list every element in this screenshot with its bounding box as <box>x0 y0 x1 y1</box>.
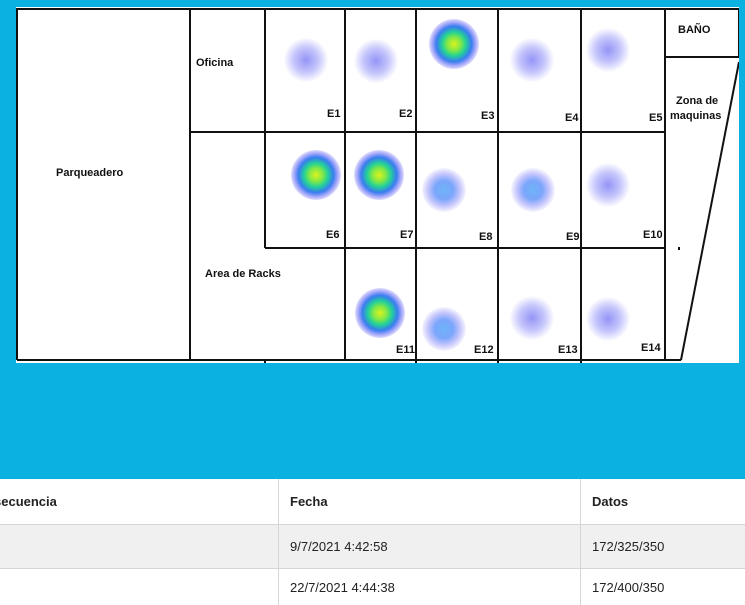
table-row[interactable]: 9/7/2021 4:42:58 172/325/350 <box>0 525 745 569</box>
area-label-parqueadero: Parqueadero <box>56 167 124 179</box>
area-label-racks: Area de Racks <box>205 268 281 280</box>
zone-label-e1: E1 <box>327 108 341 120</box>
cell-fecha: 22/7/2021 4:44:38 <box>278 569 580 605</box>
zone-label-e7: E7 <box>400 229 414 241</box>
area-label-oficina: Oficina <box>196 57 234 69</box>
cell-fecha: 9/7/2021 4:42:58 <box>278 525 580 568</box>
zone-label-e3: E3 <box>481 110 495 122</box>
cell-datos: 172/325/350 <box>580 525 745 568</box>
zone-label-e9: E9 <box>566 231 580 243</box>
zone-label-e13: E13 <box>558 344 578 356</box>
heat-blob-e12 <box>422 307 466 351</box>
area-label-zona-maquinas-1: Zona de <box>676 95 719 107</box>
heat-blob-e1 <box>284 38 328 82</box>
heat-blob-e2 <box>354 39 398 83</box>
zone-label-e10: E10 <box>643 229 663 241</box>
header-fecha[interactable]: Fecha <box>278 479 580 524</box>
heat-blob-e9 <box>511 168 555 212</box>
header-secuencia[interactable]: secuencia <box>0 479 278 524</box>
zone-label-e2: E2 <box>399 108 413 120</box>
zone-label-e14: E14 <box>641 342 661 354</box>
zone-label-e11: E11 <box>396 344 415 356</box>
floor-plan: Parqueadero Oficina Area de Racks BAÑO Z… <box>16 7 739 363</box>
table-header-row: secuencia Fecha Datos <box>0 479 745 525</box>
heat-blob-e3 <box>429 19 479 69</box>
zone-label-e4: E4 <box>565 112 579 124</box>
heat-blob-e4 <box>510 38 554 82</box>
heat-blob-e6 <box>291 150 341 200</box>
data-table: secuencia Fecha Datos 9/7/2021 4:42:58 1… <box>0 479 745 605</box>
header-datos[interactable]: Datos <box>580 479 745 524</box>
heat-blob-e10 <box>586 163 630 207</box>
zone-label-e6: E6 <box>326 229 340 241</box>
heat-blob-e8 <box>422 168 466 212</box>
area-label-bano: BAÑO <box>678 24 711 36</box>
heat-blob-e13 <box>510 296 554 340</box>
heat-blob-e14 <box>586 297 630 341</box>
heat-blob-e5 <box>586 28 630 72</box>
heat-blob-e11 <box>355 288 405 338</box>
cell-secuencia <box>0 569 278 605</box>
heat-blob-e7 <box>354 150 404 200</box>
area-label-zona-maquinas-2: maquinas <box>670 110 722 122</box>
cell-secuencia <box>0 525 278 568</box>
zone-label-e8: E8 <box>479 231 493 243</box>
zone-label-e5: E5 <box>649 112 663 124</box>
zone-label-e12: E12 <box>474 344 494 356</box>
cell-datos: 172/400/350 <box>580 569 745 605</box>
table-row[interactable]: 22/7/2021 4:44:38 172/400/350 <box>0 569 745 605</box>
